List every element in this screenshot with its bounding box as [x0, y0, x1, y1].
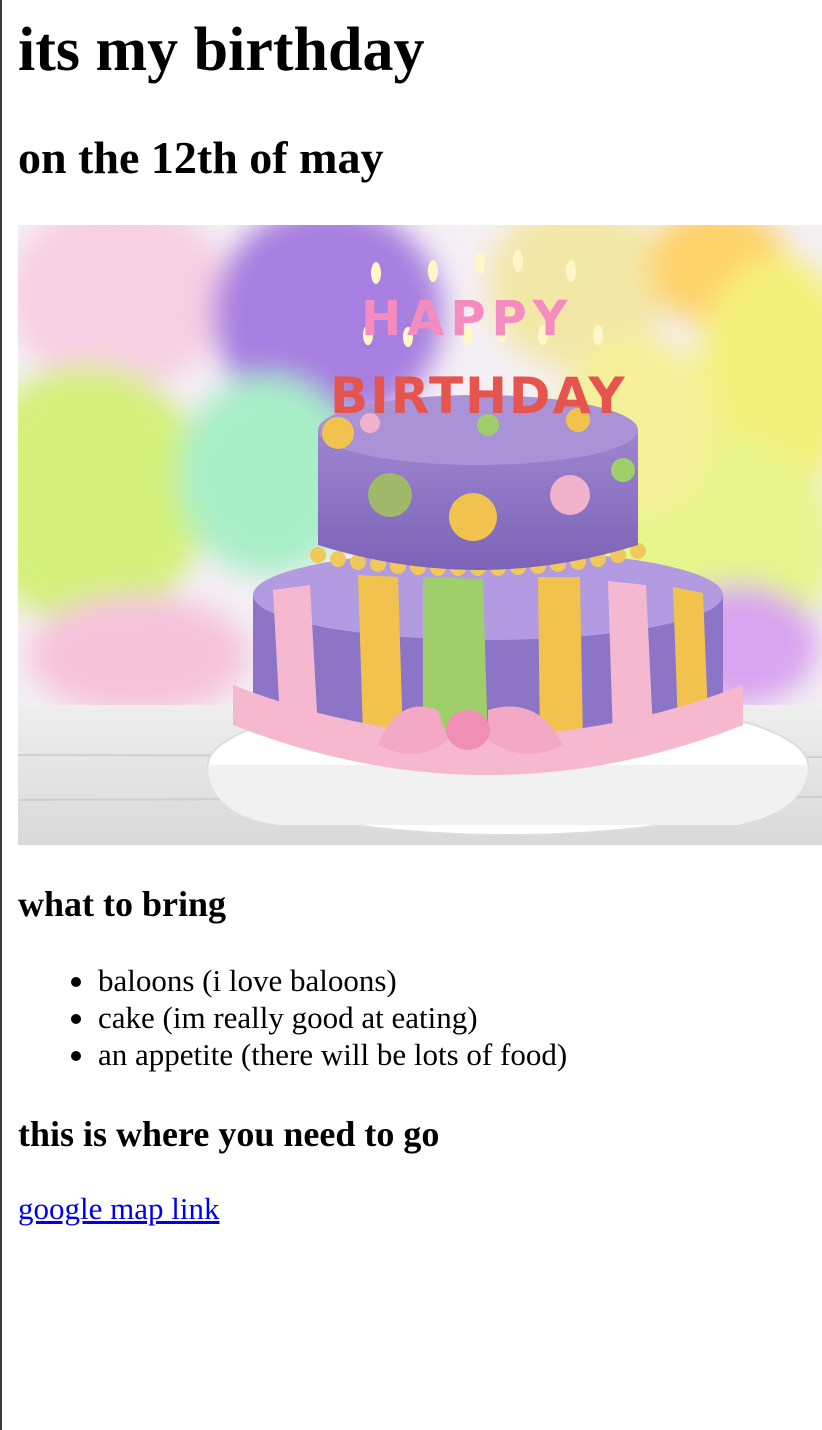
- page-left-border: [0, 0, 2, 1430]
- list-item: an appetite (there will be lots of food): [18, 1036, 798, 1073]
- cake-topper-birthday: BIRTHDAY: [330, 367, 627, 425]
- directions-heading: this is where you need to go: [18, 1114, 440, 1154]
- page-title: its my birthday: [18, 16, 425, 84]
- list-item-text: an appetite (there will be lots of food): [98, 1037, 568, 1072]
- cake-topper-happy: HAPPY: [361, 291, 573, 347]
- bullet-icon: [71, 977, 81, 987]
- bullet-icon: [71, 1051, 81, 1061]
- bring-list: baloons (i love baloons) cake (im really…: [18, 962, 798, 1073]
- page-subtitle: on the 12th of may: [18, 132, 384, 183]
- birthday-cake-image: HAPPY BIRTHDAY: [18, 225, 822, 845]
- list-item: cake (im really good at eating): [18, 999, 798, 1036]
- list-item-text: cake (im really good at eating): [98, 1000, 478, 1035]
- google-map-link[interactable]: google map link: [18, 1190, 219, 1228]
- cake-illustration: HAPPY BIRTHDAY: [18, 225, 822, 845]
- list-item-text: baloons (i love baloons): [98, 963, 397, 998]
- bullet-icon: [71, 1014, 81, 1024]
- list-item: baloons (i love baloons): [18, 962, 798, 999]
- what-to-bring-heading: what to bring: [18, 884, 227, 924]
